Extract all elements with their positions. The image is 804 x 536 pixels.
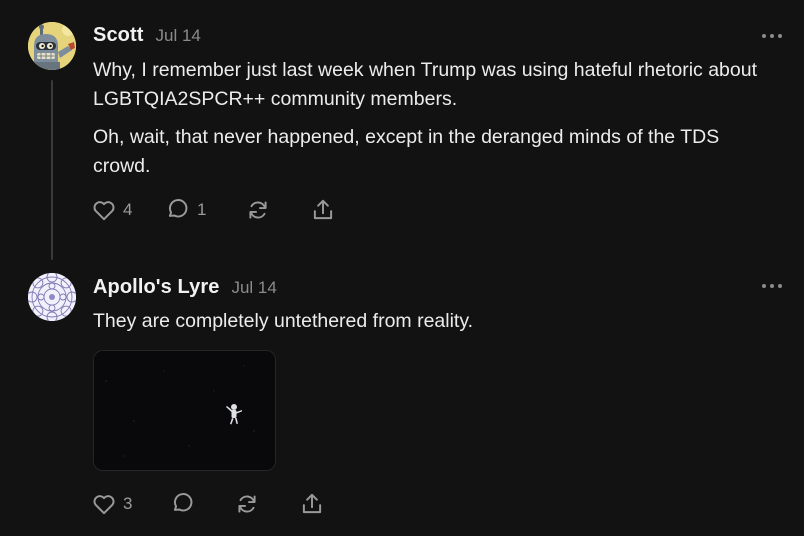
like-count: 3: [123, 494, 133, 513]
speech-bubble-icon: [168, 199, 188, 218]
like-button[interactable]: 4: [91, 195, 132, 225]
comment-header: Apollo's Lyre Jul 14: [93, 276, 277, 299]
comment-paragraph: They are completely untethered from real…: [93, 310, 474, 332]
robot-avatar-icon: [28, 22, 76, 70]
comment-header: Scott Jul 14: [93, 24, 201, 47]
comment-date[interactable]: Jul 14: [231, 278, 276, 298]
more-options-icon[interactable]: [762, 280, 782, 292]
author-name[interactable]: Scott: [93, 24, 144, 47]
attached-image[interactable]: [93, 350, 276, 471]
heart-icon: [93, 495, 115, 515]
share-button[interactable]: [310, 195, 336, 225]
heart-icon: [93, 201, 115, 221]
share-icon: [302, 493, 322, 514]
speech-bubble-icon: [173, 493, 193, 512]
reply-count: 1: [197, 200, 207, 219]
mandala-avatar-icon: [28, 273, 76, 321]
comment-date[interactable]: Jul 14: [156, 26, 201, 46]
comment-paragraph: Why, I remember just last week when Trum…: [93, 59, 758, 110]
comment-body: They are completely untethered from real…: [93, 307, 773, 336]
astronaut-in-space-image: [94, 351, 275, 470]
avatar[interactable]: [28, 22, 76, 70]
restack-button[interactable]: [245, 195, 271, 225]
share-icon: [313, 199, 333, 220]
author-name[interactable]: Apollo's Lyre: [93, 276, 219, 299]
thread-connector-line: [51, 80, 53, 260]
comment-thread: Scott Jul 14 Why, I remember just last w…: [0, 0, 804, 536]
share-button[interactable]: [299, 489, 325, 519]
restack-icon: [249, 201, 267, 219]
like-count: 4: [123, 200, 133, 219]
comment-body: Why, I remember just last week when Trum…: [93, 56, 773, 181]
like-button[interactable]: 3: [91, 489, 132, 519]
restack-icon: [238, 495, 256, 513]
comment-paragraph: Oh, wait, that never happened, except in…: [93, 126, 720, 177]
more-options-icon[interactable]: [762, 30, 782, 42]
restack-button[interactable]: [234, 489, 260, 519]
avatar[interactable]: [28, 273, 76, 321]
reply-button[interactable]: 1: [165, 195, 206, 225]
reply-button[interactable]: [170, 489, 196, 519]
